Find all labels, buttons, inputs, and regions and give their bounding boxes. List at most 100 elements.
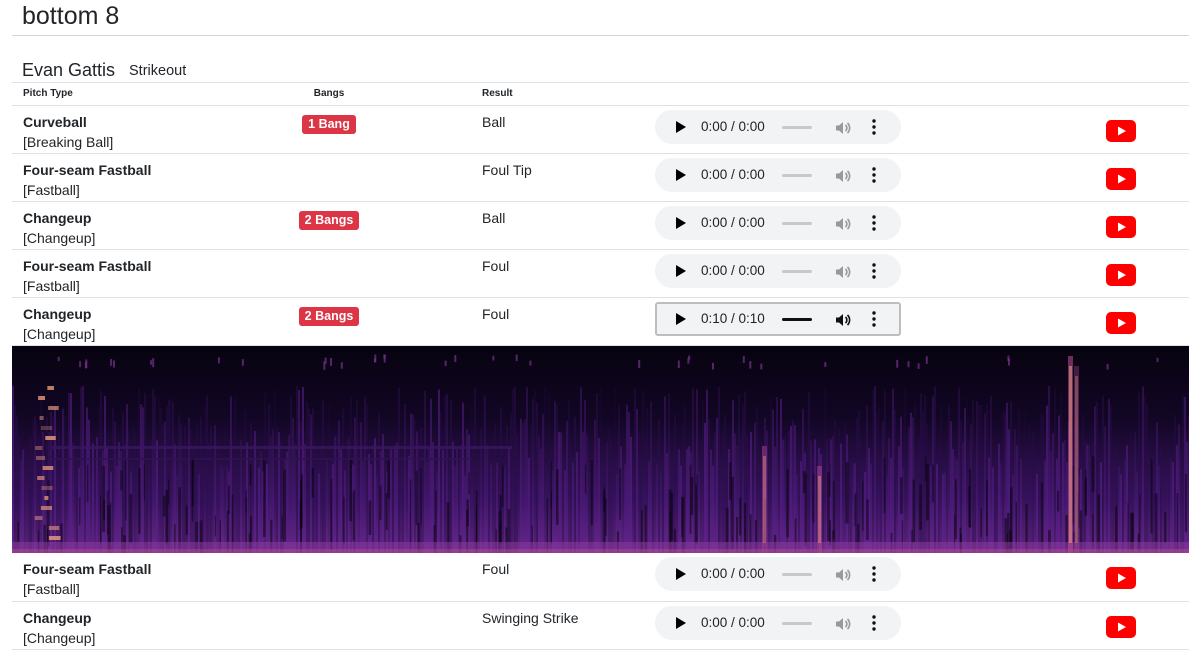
audio-cell: 0:00 / 0:00 <box>655 154 1106 202</box>
youtube-icon[interactable] <box>1106 264 1136 286</box>
pitch-result: Foul <box>482 306 510 322</box>
youtube-icon[interactable] <box>1106 168 1136 190</box>
pitch-type-cell: Changeup [Changeup] <box>12 202 215 250</box>
audio-time: 0:00 / 0:00 <box>701 566 765 581</box>
video-cell <box>1106 553 1189 601</box>
volume-icon[interactable] <box>835 312 851 328</box>
volume-icon[interactable] <box>835 264 851 280</box>
video-cell <box>1106 202 1189 250</box>
audio-cell: 0:00 / 0:00 <box>655 250 1106 298</box>
pitch-category: [Fastball] <box>23 581 80 597</box>
audio-cell: 0:00 / 0:00 <box>655 106 1106 154</box>
pitch-type-cell: Changeup [Changeup] <box>12 601 215 649</box>
pitch-type: Changeup <box>23 210 92 226</box>
spectrogram-row <box>12 346 1189 553</box>
audio-player[interactable]: 0:00 / 0:00 <box>655 206 901 240</box>
kebab-menu-icon[interactable] <box>872 566 876 582</box>
kebab-menu-icon[interactable] <box>872 215 876 231</box>
pitch-row: Changeup [Changeup] 2 Bangs Ball 0:00 / 0:00 <box>12 202 1189 250</box>
kebab-menu-icon[interactable] <box>872 311 876 327</box>
bangs-badge: 2 Bangs <box>298 211 360 230</box>
pitch-type: Changeup <box>23 609 92 626</box>
youtube-icon[interactable] <box>1106 216 1136 238</box>
pitch-type-cell: Four-seam Fastball [Fastball] <box>12 154 215 202</box>
video-cell <box>1106 106 1189 154</box>
pitch-type-cell: Changeup [Changeup] <box>12 298 215 346</box>
play-icon[interactable] <box>676 169 686 181</box>
pitch-type: Four-seam Fastball <box>23 162 152 178</box>
inning-divider <box>12 35 1189 36</box>
pitch-type: Four-seam Fastball <box>23 561 152 577</box>
audio-time: 0:00 / 0:00 <box>701 263 765 278</box>
kebab-menu-icon[interactable] <box>872 119 876 135</box>
inning-title: bottom 8 <box>22 2 120 30</box>
pitch-type-cell: Four-seam Fastball [Fastball] <box>12 250 215 298</box>
audio-seek-bar[interactable] <box>782 174 812 177</box>
youtube-icon[interactable] <box>1106 312 1136 334</box>
pitch-row: Changeup [Changeup] Swinging Strike 0:00 / … <box>12 601 1189 649</box>
audio-player[interactable]: 0:00 / 0:00 <box>655 557 901 591</box>
volume-icon[interactable] <box>835 120 851 136</box>
bangs-badge: 1 Bang <box>302 115 356 134</box>
play-icon[interactable] <box>676 313 686 325</box>
kebab-menu-icon[interactable] <box>872 614 876 631</box>
volume-icon[interactable] <box>835 216 851 232</box>
volume-icon[interactable] <box>835 168 851 184</box>
pitch-result: Ball <box>482 210 506 226</box>
audio-player[interactable]: 0:00 / 0:00 <box>655 254 901 288</box>
pitch-type-cell: Four-seam Fastball [Fastball] <box>12 553 215 601</box>
pitch-type: Curveball <box>23 114 87 130</box>
pitch-row: Four-seam Fastball [Fastball] Foul 0:00 / 0… <box>12 553 1189 601</box>
at-bat-result: Strikeout <box>129 63 187 79</box>
video-cell <box>1106 298 1189 346</box>
audio-player[interactable]: 0:10 / 0:10 <box>655 302 901 336</box>
pitch-type: Changeup <box>23 306 92 322</box>
audio-player[interactable]: 0:00 / 0:00 <box>655 605 901 640</box>
audio-player[interactable]: 0:00 / 0:00 <box>655 110 901 144</box>
play-icon[interactable] <box>676 616 686 629</box>
audio-seek-bar[interactable] <box>782 621 812 625</box>
pitch-result: Foul <box>482 258 510 274</box>
audio-cell: 0:00 / 0:00 <box>655 601 1106 649</box>
kebab-menu-icon[interactable] <box>872 263 876 279</box>
audio-cell: 0:00 / 0:00 <box>655 553 1106 601</box>
bangs-badge: 2 Bangs <box>298 307 360 326</box>
pitch-table-header: Pitch Type Bangs Result <box>12 82 1189 106</box>
audio-seek-bar[interactable] <box>782 573 812 576</box>
audio-seek-bar[interactable] <box>782 126 812 129</box>
spectrogram-image <box>12 346 1189 553</box>
bangs-cell <box>215 553 443 601</box>
pitch-result: Ball <box>482 114 506 130</box>
audio-cell: 0:10 / 0:10 <box>655 298 1106 346</box>
pitch-result: Foul Tip <box>482 162 532 178</box>
youtube-icon[interactable] <box>1106 615 1136 638</box>
audio-seek-bar[interactable] <box>782 222 812 225</box>
pitch-row: Curveball [Breaking Ball] 1 Bang Ball 0:00 /… <box>12 106 1189 154</box>
bangs-cell <box>215 601 443 649</box>
play-icon[interactable] <box>676 121 686 133</box>
volume-icon[interactable] <box>835 616 851 632</box>
bangs-cell: 2 Bangs <box>215 202 443 250</box>
play-icon[interactable] <box>676 568 686 580</box>
audio-seek-bar[interactable] <box>782 270 812 273</box>
pitch-type-cell: Curveball [Breaking Ball] <box>12 106 215 154</box>
col-header-bangs: Bangs <box>215 82 443 106</box>
youtube-icon[interactable] <box>1106 567 1136 589</box>
pitch-result: Foul <box>482 561 510 577</box>
audio-player[interactable]: 0:00 / 0:00 <box>655 158 901 192</box>
pitch-row: Changeup [Changeup] 2 Bangs Foul 0:10 / 0:10 <box>12 298 1189 346</box>
pitch-category: [Breaking Ball] <box>23 134 114 150</box>
pitch-row: Four-seam Fastball [Fastball] Foul 0:00 / 0… <box>12 250 1189 298</box>
col-header-result: Result <box>443 82 655 106</box>
video-cell <box>1106 154 1189 202</box>
audio-time: 0:00 / 0:00 <box>701 119 765 134</box>
youtube-icon[interactable] <box>1106 120 1136 142</box>
audio-seek-bar[interactable] <box>782 318 812 321</box>
play-icon[interactable] <box>676 217 686 229</box>
bangs-cell: 1 Bang <box>215 106 443 154</box>
kebab-menu-icon[interactable] <box>872 167 876 183</box>
play-icon[interactable] <box>676 265 686 277</box>
bangs-cell <box>215 154 443 202</box>
volume-icon[interactable] <box>835 567 851 583</box>
audio-time: 0:00 / 0:00 <box>701 215 765 230</box>
